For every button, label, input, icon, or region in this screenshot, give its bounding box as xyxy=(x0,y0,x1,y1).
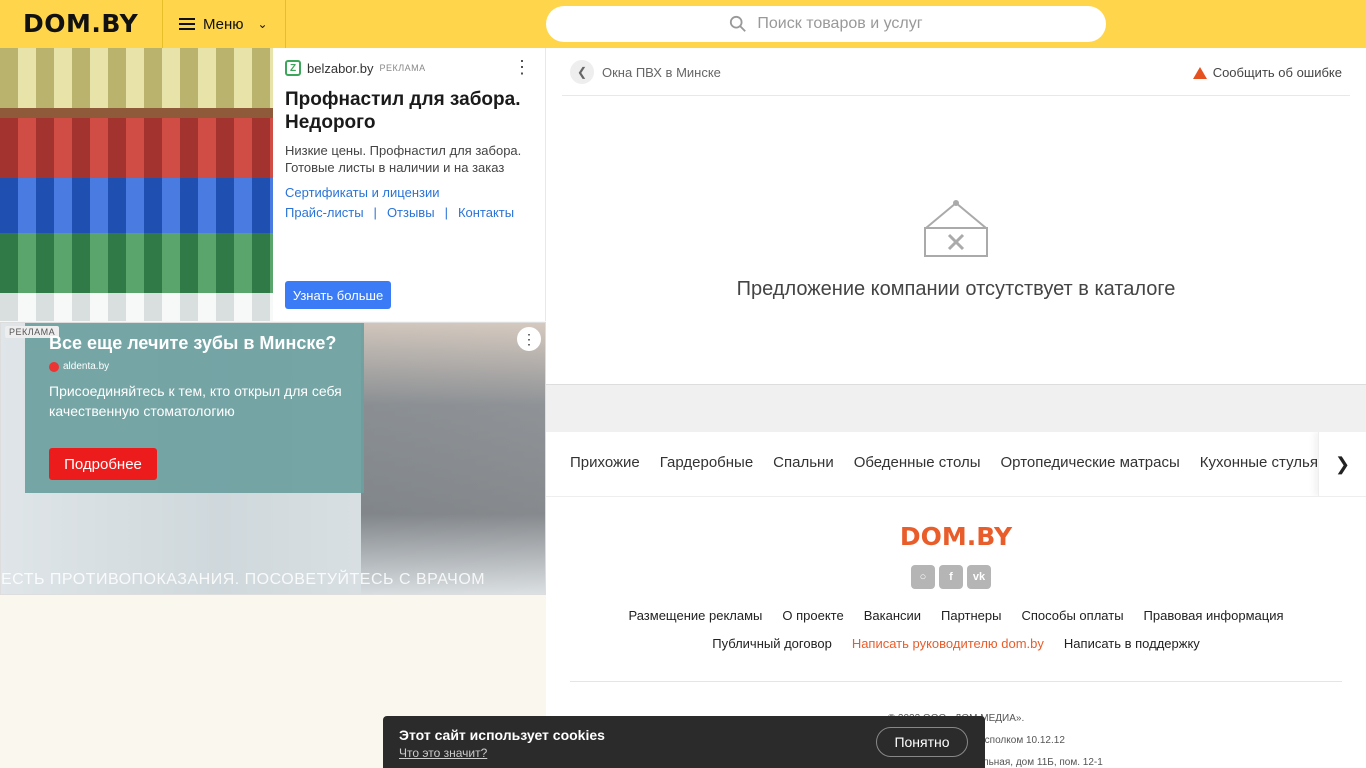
section-spacer xyxy=(546,384,1366,432)
more-options-icon[interactable]: ⋮ xyxy=(513,58,531,76)
site-header: DOM.BY Меню ⌄ Поиск товаров и услуг xyxy=(0,0,1366,48)
ad-body: Z belzabor.by РЕКЛАМА ⋮ Профнастил для з… xyxy=(285,48,535,321)
instagram-icon[interactable]: ○ xyxy=(911,565,935,589)
footer-link[interactable]: О проекте xyxy=(782,608,843,623)
ad-image-dentist xyxy=(361,323,545,594)
category-link[interactable]: Прихожие xyxy=(570,454,640,471)
footer-links-row1: Размещение рекламы О проекте Вакансии Партн… xyxy=(546,608,1366,623)
chevron-down-icon: ⌄ xyxy=(257,17,268,31)
ad-source-domain: belzabor.by xyxy=(307,60,374,76)
vk-icon[interactable]: vk xyxy=(967,565,991,589)
cookie-accept-button[interactable]: Понятно xyxy=(876,727,968,757)
ad-belzabor[interactable]: Z belzabor.by РЕКЛАМА ⋮ Профнастил для з… xyxy=(0,48,546,321)
category-link[interactable]: Спальни xyxy=(773,454,834,471)
category-link[interactable]: Ортопедические матрасы xyxy=(1001,454,1180,471)
link-separator: | xyxy=(373,205,377,220)
menu-label: Меню xyxy=(203,15,244,33)
search-placeholder: Поиск товаров и услуг xyxy=(757,15,923,32)
category-list: Прихожие Гардеробные Спальни Обеденные стол… xyxy=(570,454,1318,471)
back-arrow-icon[interactable]: ❮ xyxy=(570,60,594,84)
footer-link[interactable]: Вакансии xyxy=(864,608,921,623)
report-error-link[interactable]: Сообщить об ошибке xyxy=(1192,65,1342,80)
search-input[interactable]: Поиск товаров и услуг xyxy=(546,6,1106,42)
ad-link-certificates[interactable]: Сертификаты и лицензии xyxy=(285,185,439,200)
footer-link[interactable]: Размещение рекламы xyxy=(628,608,762,623)
ad-aldenta[interactable]: РЕКЛАМА ⋮ Все еще лечите зубы в Минске? … xyxy=(0,322,546,595)
footer-link[interactable]: Правовая информация xyxy=(1144,608,1284,623)
more-options-icon[interactable]: ⋮ xyxy=(517,327,541,351)
ad-title[interactable]: Профнастил для забора. Недорого xyxy=(285,88,535,134)
menu-button[interactable]: Меню ⌄ xyxy=(162,0,286,48)
breadcrumb[interactable]: ❮ Окна ПВХ в Минске xyxy=(570,60,721,84)
footer-links-row2: Публичный договор Написать руководителю … xyxy=(546,636,1366,651)
category-link[interactable]: Гардеробные xyxy=(660,454,753,471)
ad-title[interactable]: Все еще лечите зубы в Минске? xyxy=(49,333,336,354)
search-icon xyxy=(730,15,747,32)
report-error-label: Сообщить об ошибке xyxy=(1212,65,1342,80)
ad-source[interactable]: aldenta.by xyxy=(49,361,109,372)
cookie-banner: Этот сайт использует cookies Что это зна… xyxy=(383,716,985,768)
ad-link-contacts[interactable]: Контакты xyxy=(458,205,514,220)
ad-link-prices[interactable]: Прайс-листы xyxy=(285,205,364,220)
ad-disclaimer: ЕСТЬ ПРОТИВОПОКАЗАНИЯ. ПОСОВЕТУЙТЕСЬ С В… xyxy=(1,571,486,588)
footer-link-public-contract[interactable]: Публичный договор xyxy=(712,636,832,651)
facebook-icon[interactable]: f xyxy=(939,565,963,589)
chevron-right-icon[interactable]: ❯ xyxy=(1318,432,1366,496)
ad-text: Низкие цены. Профнастил для забора. Гото… xyxy=(285,143,522,175)
warning-icon xyxy=(1192,66,1207,79)
cookie-info-link[interactable]: Что это значит? xyxy=(399,746,487,760)
ad-image-profiled-sheets[interactable] xyxy=(0,48,273,321)
details-button[interactable]: Подробнее xyxy=(49,448,157,480)
category-link[interactable]: Кухонные стулья xyxy=(1200,454,1318,471)
tooth-icon xyxy=(49,361,59,372)
ads-column: Z belzabor.by РЕКЛАМА ⋮ Профнастил для з… xyxy=(0,48,546,768)
ad-source[interactable]: Z belzabor.by РЕКЛАМА xyxy=(285,60,426,76)
footer-link[interactable]: Партнеры xyxy=(941,608,1001,623)
learn-more-button[interactable]: Узнать больше xyxy=(285,281,391,309)
ad-links-row: Прайс-листы | Отзывы | Контакты xyxy=(285,205,514,220)
category-link[interactable]: Обеденные столы xyxy=(854,454,981,471)
ad-text: Присоединяйтесь к тем, кто открыл для се… xyxy=(49,383,342,419)
site-logo[interactable]: DOM.BY xyxy=(23,9,138,38)
ad-tag: РЕКЛАМА xyxy=(379,63,426,73)
footer-link-write-director[interactable]: Написать руководителю dom.by xyxy=(852,636,1044,651)
main-content: ❮ Окна ПВХ в Минске Сообщить об ошибке П… xyxy=(546,48,1366,768)
cookie-title: Этот сайт использует cookies xyxy=(399,727,605,743)
empty-message: Предложение компании отсутствует в катал… xyxy=(736,278,1176,300)
footer-logo[interactable]: DOM.BY xyxy=(546,522,1366,551)
footer-link-support[interactable]: Написать в поддержку xyxy=(1064,636,1200,651)
divider xyxy=(562,95,1350,96)
category-carousel: Прихожие Гардеробные Спальни Обеденные стол… xyxy=(546,432,1366,497)
belzabor-logo-icon: Z xyxy=(285,60,301,76)
hamburger-icon xyxy=(179,18,195,30)
footer-link[interactable]: Способы оплаты xyxy=(1022,608,1124,623)
social-links: ○ f vk xyxy=(911,565,991,589)
breadcrumb-label[interactable]: Окна ПВХ в Минске xyxy=(602,65,721,80)
closed-sign-icon xyxy=(924,200,988,257)
divider xyxy=(570,681,1342,682)
ad-link-reviews[interactable]: Отзывы xyxy=(387,205,435,220)
ad-source-domain: aldenta.by xyxy=(63,361,110,372)
link-separator: | xyxy=(444,205,448,220)
